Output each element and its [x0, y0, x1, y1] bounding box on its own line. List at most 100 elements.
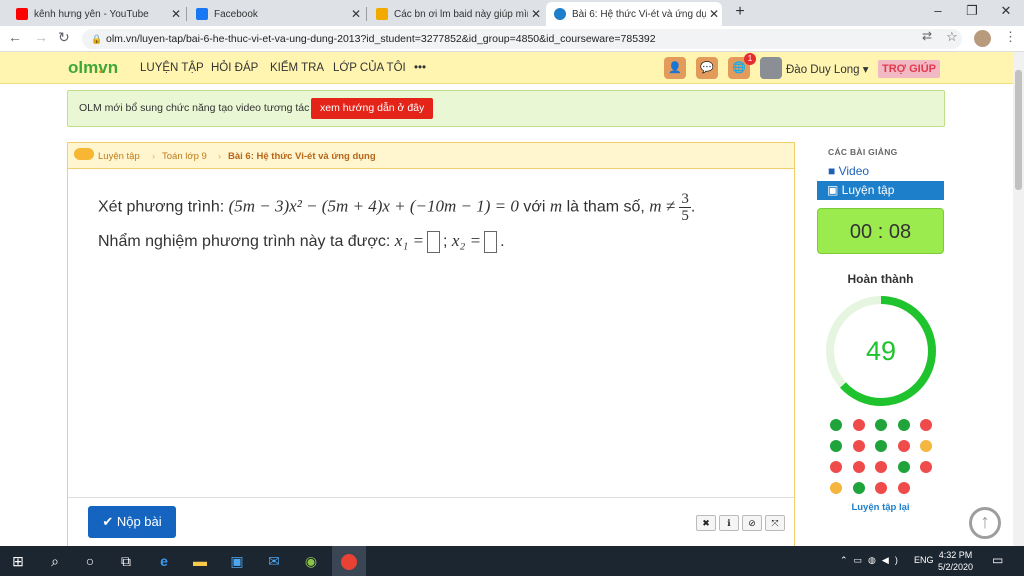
- reload-icon[interactable]: ↻: [58, 29, 70, 46]
- result-dot[interactable]: [830, 419, 842, 431]
- username-dropdown[interactable]: Đào Duy Long ▾: [786, 62, 869, 76]
- result-dot[interactable]: [920, 440, 932, 452]
- score-value: 49: [866, 336, 896, 366]
- info-tool-icon[interactable]: ℹ: [719, 515, 739, 531]
- result-dot[interactable]: [852, 440, 865, 452]
- question-text: là tham số,: [562, 198, 650, 216]
- x2-answer-input[interactable]: [484, 231, 498, 253]
- x1-answer-input[interactable]: [426, 231, 440, 253]
- close-tab-icon[interactable]: ✕: [706, 7, 722, 21]
- retry-link[interactable]: Luyện tập lại: [817, 502, 944, 513]
- question-text: Nhẩm nghiệm phương trình này ta được:: [98, 233, 395, 251]
- timer: 00 : 08: [817, 208, 944, 254]
- user-avatar[interactable]: [760, 57, 782, 79]
- result-dot[interactable]: [852, 419, 865, 431]
- windows-taskbar: ⊞ ⌕ ○ ⧉ e ▬ ▣ ✉ ◉ ⌃▭◍◀) ENG 4:32 PM 5/2/…: [0, 546, 1024, 576]
- chevron-right-icon: ›: [218, 151, 222, 162]
- lecture-video-link[interactable]: ■ Video: [828, 164, 869, 178]
- result-dot[interactable]: [897, 482, 910, 494]
- result-dot[interactable]: [875, 482, 887, 494]
- result-dot[interactable]: [830, 440, 842, 452]
- file-explorer-icon[interactable]: ▬: [191, 552, 209, 570]
- clock[interactable]: 4:32 PM 5/2/2020: [938, 549, 973, 573]
- result-dot[interactable]: [852, 461, 865, 473]
- lecture-practice-link[interactable]: ▣ Luyện tập: [817, 181, 944, 200]
- app-icon[interactable]: ◉: [302, 552, 320, 570]
- condition: m ≠: [649, 196, 680, 216]
- browser-tab-bar: kênh hưng yên - YouTube ✕ Facebook ✕ Các…: [0, 0, 1024, 26]
- tab-youtube[interactable]: kênh hưng yên - YouTube ✕: [8, 2, 184, 26]
- nav-luyen-tap[interactable]: LUYỆN TẬP: [140, 62, 204, 74]
- result-dot[interactable]: [897, 461, 910, 473]
- tab-hoc24[interactable]: Các bn ơi lm baid này giúp mình ✕: [368, 2, 544, 26]
- close-window-icon[interactable]: ✕: [996, 3, 1016, 19]
- restore-icon[interactable]: ❐: [962, 3, 982, 19]
- edge-icon[interactable]: e: [155, 552, 173, 570]
- close-tab-icon[interactable]: ✕: [348, 7, 364, 21]
- notice-banner: OLM mới bổ sung chức năng tạo video tươn…: [67, 90, 945, 127]
- nav-hoi-dap[interactable]: HỎI ĐÁP: [211, 62, 258, 74]
- lectures-title: CÁC BÀI GIẢNG: [828, 147, 898, 157]
- translate-icon[interactable]: ⇄: [922, 29, 932, 43]
- x2-label: x₂ =: [451, 231, 482, 251]
- result-dot[interactable]: [830, 482, 842, 494]
- breadcrumb-luyen-tap[interactable]: Luyện tập: [98, 151, 140, 162]
- result-dot[interactable]: [920, 461, 932, 473]
- task-view-icon[interactable]: ⧉: [117, 552, 135, 570]
- breadcrumb-toan-lop-9[interactable]: Toán lớp 9: [162, 151, 207, 162]
- guide-button[interactable]: xem hướng dẫn ở đây: [311, 98, 434, 119]
- close-tab-icon[interactable]: ✕: [168, 7, 184, 21]
- notification-badge: 1: [744, 53, 756, 65]
- x1-label: x₁ =: [394, 231, 424, 251]
- notification-center-icon[interactable]: ▭: [992, 553, 1003, 567]
- forward-icon[interactable]: →: [34, 29, 48, 45]
- result-dot[interactable]: [875, 440, 887, 452]
- menu-dots-icon[interactable]: ⋮: [1004, 29, 1017, 45]
- help-button[interactable]: TRỢ GIÚP: [878, 60, 940, 78]
- back-icon[interactable]: ←: [8, 29, 22, 45]
- variable-m: m: [549, 196, 563, 216]
- minimize-icon[interactable]: –: [928, 3, 948, 18]
- profile-avatar[interactable]: [974, 30, 991, 47]
- result-dot[interactable]: [897, 419, 910, 431]
- report-tool-icon[interactable]: ⊘: [742, 515, 762, 531]
- windows-start-icon[interactable]: ⊞: [9, 552, 27, 570]
- youtube-icon: [16, 8, 28, 20]
- address-bar-row: ← → ↻ 🔒 olm.vn/luyen-tap/bai-6-he-thuc-v…: [0, 26, 1024, 52]
- page-scrollbar[interactable]: [1013, 52, 1024, 546]
- result-dot[interactable]: [830, 461, 842, 473]
- nav-more[interactable]: •••: [414, 62, 426, 74]
- tray-icons[interactable]: ⌃▭◍◀): [840, 555, 904, 566]
- submit-button[interactable]: ✔ Nộp bài: [88, 506, 176, 538]
- result-dot[interactable]: [875, 461, 887, 473]
- mail-icon[interactable]: ✉: [265, 552, 283, 570]
- result-dot[interactable]: [920, 419, 932, 431]
- url-input[interactable]: 🔒 olm.vn/luyen-tap/bai-6-he-thuc-vi-et-v…: [82, 29, 962, 49]
- result-dot[interactable]: [852, 482, 865, 494]
- hoc24-icon: [376, 8, 388, 20]
- result-dot[interactable]: [875, 419, 887, 431]
- exercise-footer: ✔ Nộp bài ✖ ℹ ⊘ ⤧: [68, 497, 794, 547]
- tab-facebook[interactable]: Facebook ✕: [188, 2, 364, 26]
- tab-olm-active[interactable]: Bài 6: Hệ thức Vi-ét và ứng dụng ✕: [546, 2, 722, 26]
- language-indicator[interactable]: ENG: [914, 555, 934, 565]
- scroll-to-top-icon[interactable]: ↑: [969, 507, 1001, 539]
- close-tool-icon[interactable]: ✖: [696, 515, 716, 531]
- lock-icon: 🔒: [91, 34, 103, 44]
- nav-kiem-tra[interactable]: KIỂM TRA: [270, 62, 324, 74]
- result-dot[interactable]: [897, 440, 910, 452]
- cortana-icon[interactable]: ○: [81, 552, 99, 570]
- star-icon[interactable]: ☆: [946, 29, 958, 45]
- scroll-thumb[interactable]: [1015, 70, 1022, 190]
- fullscreen-tool-icon[interactable]: ⤧: [765, 515, 785, 531]
- search-icon[interactable]: ⌕: [46, 552, 64, 570]
- chrome-taskbar-icon[interactable]: [332, 546, 366, 576]
- facebook-icon: [196, 8, 208, 20]
- close-tab-icon[interactable]: ✕: [528, 7, 544, 21]
- add-friend-icon[interactable]: 👤: [664, 57, 686, 79]
- olm-logo[interactable]: olm. vn: [68, 58, 118, 78]
- chat-icon[interactable]: 💬: [696, 57, 718, 79]
- nav-lop-cua-toi[interactable]: LỚP CỦA TÔI: [333, 62, 406, 74]
- new-tab-icon[interactable]: +: [730, 3, 750, 21]
- store-icon[interactable]: ▣: [228, 552, 246, 570]
